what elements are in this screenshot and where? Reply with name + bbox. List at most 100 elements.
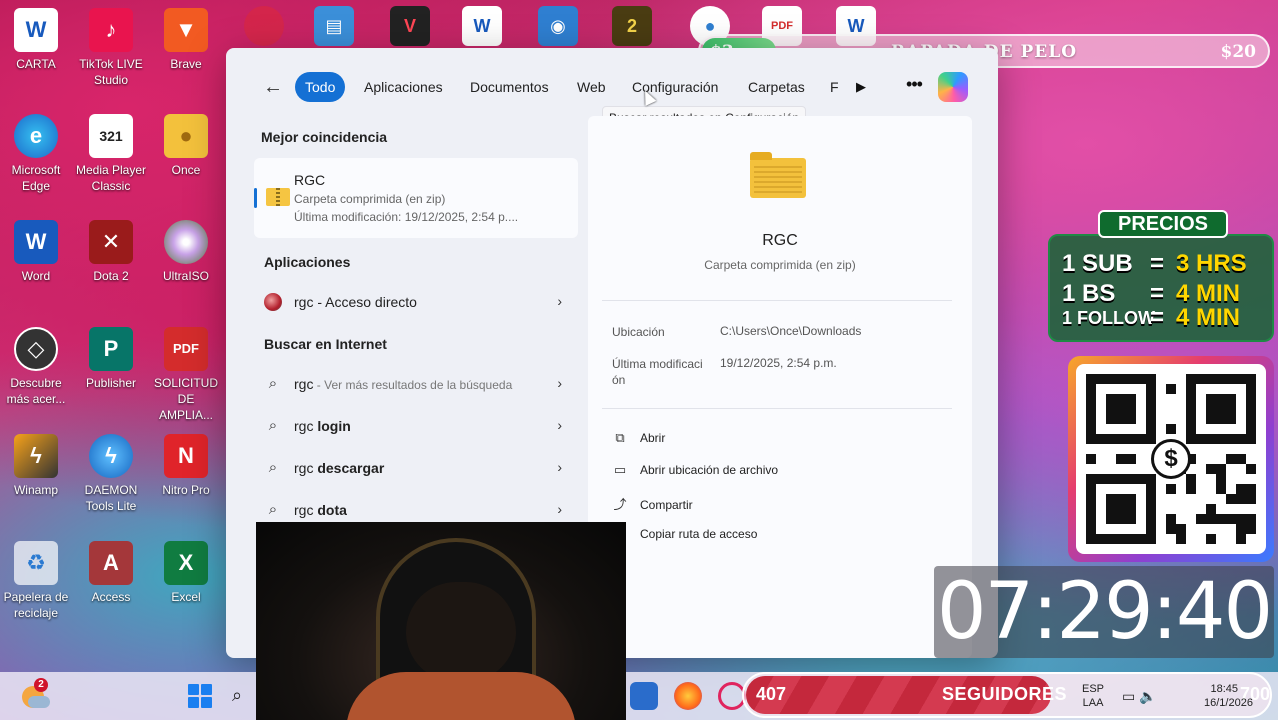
web-query-suffix: login xyxy=(317,418,351,434)
desktop-icon-solicitud[interactable]: PDF SOLICITUD DE AMPLIA... xyxy=(150,327,222,423)
desktop-icon-label: Nitro Pro xyxy=(162,483,210,497)
tab-carpetas[interactable]: Carpetas xyxy=(738,72,815,102)
search-icon[interactable]: ⌕ xyxy=(232,685,242,706)
desktop-icon-label: Publisher xyxy=(85,376,137,390)
rgc-app-icon xyxy=(264,293,282,311)
system-tray[interactable]: ▭ 🔈 xyxy=(1122,688,1157,705)
desktop-icon-ultraiso[interactable]: UltraISO xyxy=(150,220,222,284)
action-open[interactable]: ⧉ Abrir xyxy=(612,430,665,452)
dollar-icon: $ xyxy=(1151,439,1191,479)
best-match-card[interactable]: RGC Carpeta comprimida (en zip) Última m… xyxy=(254,158,578,238)
valorant-icon[interactable]: V xyxy=(390,6,430,46)
chevron-right-icon[interactable]: › xyxy=(557,459,562,475)
desktop-icon-excel[interactable]: X Excel xyxy=(150,541,222,605)
web-result-row[interactable]: ⌕ rgc login › xyxy=(254,408,578,444)
tab-documentos[interactable]: Documentos xyxy=(460,72,559,102)
web-result-text: rgc dota xyxy=(294,502,347,518)
desktop-icon-access[interactable]: A Access xyxy=(75,541,147,605)
game-icon[interactable]: 2 xyxy=(612,6,652,46)
search-icon: ⌕ xyxy=(268,375,278,392)
action-open-location[interactable]: ▭ Abrir ubicación de archivo xyxy=(612,462,778,484)
back-arrow-icon[interactable]: ← xyxy=(262,76,284,98)
desktop-icon-descubre[interactable]: ◇ Descubre más acer... xyxy=(0,327,72,407)
user-folder-icon: ● xyxy=(164,114,208,158)
volume-icon[interactable]: 🔈 xyxy=(1139,688,1156,704)
daemon-tools-icon: ϟ xyxy=(89,434,133,478)
action-label: Abrir ubicación de archivo xyxy=(640,463,779,477)
recycle-bin-icon: ♻ xyxy=(14,541,58,585)
preview-title: RGC xyxy=(762,232,798,249)
winamp-icon: ϟ xyxy=(14,434,58,478)
chevron-right-icon[interactable]: › xyxy=(557,293,562,309)
copilot-icon[interactable] xyxy=(938,72,968,102)
app-shortcut-icon[interactable] xyxy=(244,6,284,46)
network-icon[interactable]: ▭ xyxy=(1122,688,1135,704)
tab-truncated[interactable]: F xyxy=(820,72,842,102)
access-icon: A xyxy=(89,541,133,585)
desktop-icon-label: SOLICITUD DE AMPLIA... xyxy=(153,376,218,422)
qr-code: $ xyxy=(1076,364,1266,554)
action-label: Abrir xyxy=(640,431,666,445)
web-result-text: rgc descargar xyxy=(294,460,384,476)
selection-accent xyxy=(254,188,257,208)
desktop-icon-publisher[interactable]: P Publisher xyxy=(75,327,147,391)
chevron-right-icon[interactable]: › xyxy=(557,375,562,391)
tab-todo[interactable]: Todo xyxy=(295,72,346,102)
desktop-icon-label: Winamp xyxy=(13,483,58,497)
action-copy-path[interactable]: ❐Copiar ruta de acceso xyxy=(612,526,757,548)
language-indicator[interactable]: ESP LAA xyxy=(1082,682,1104,710)
desktop-icon-once[interactable]: ● Once xyxy=(150,114,222,178)
windows-start-icon[interactable] xyxy=(188,684,212,708)
followers-count: 407 xyxy=(756,684,787,704)
desktop-icon-word[interactable]: W Word xyxy=(0,220,72,284)
desktop-icon-brave[interactable]: ▼ Brave xyxy=(150,8,222,72)
dota-icon: ✕ xyxy=(89,220,133,264)
price-equals: = xyxy=(1150,250,1165,277)
more-options-icon[interactable]: ••• xyxy=(902,74,926,98)
desktop-icon-edge[interactable]: e Microsoft Edge xyxy=(0,114,72,194)
desktop-icon-winamp[interactable]: ϟ Winamp xyxy=(0,434,72,498)
web-result-row[interactable]: ⌕ rgc - Ver más resultados de la búsqued… xyxy=(254,366,578,402)
tab-configuracion[interactable]: Configuración xyxy=(622,72,728,102)
desktop-icon-dota2[interactable]: ✕ Dota 2 xyxy=(75,220,147,284)
desktop-icon-tiktok-live[interactable]: ♪ TikTok LIVE Studio xyxy=(75,8,147,88)
tiktok-icon: ♪ xyxy=(89,8,133,52)
section-web: Buscar en Internet xyxy=(264,336,387,352)
goal-end-amount: $20 xyxy=(1220,42,1257,62)
price-row: 1 SUB = 3 HRS xyxy=(1062,250,1274,278)
store-icon[interactable] xyxy=(630,682,658,710)
desktop-icon-label: UltraISO xyxy=(162,269,209,283)
chevron-right-icon[interactable]: › xyxy=(557,417,562,433)
desktop-icon-label: Word xyxy=(21,269,51,283)
search-icon: ⌕ xyxy=(268,417,278,434)
desktop-icon-daemon[interactable]: ϟ DAEMON Tools Lite xyxy=(75,434,147,514)
chart-app-icon[interactable]: ▤ xyxy=(314,6,354,46)
desktop-icon-label: Access xyxy=(91,590,131,604)
app-result-row[interactable]: rgc - Acceso directo › xyxy=(254,284,578,320)
chevron-right-icon[interactable]: › xyxy=(557,501,562,517)
desktop-icon-media-player[interactable]: 321 Media Player Classic xyxy=(75,114,147,194)
layout-code: LAA xyxy=(1082,697,1104,709)
play-icon[interactable]: ▶ xyxy=(852,78,870,96)
desktop-icon-carta[interactable]: W CARTA xyxy=(0,8,72,72)
price-equals: = xyxy=(1150,304,1165,331)
clock-date[interactable]: 18:45 16/1/2026 xyxy=(1204,682,1253,710)
weather-widget[interactable]: 2 xyxy=(20,678,50,710)
word-document-icon[interactable]: W xyxy=(462,6,502,46)
word-icon: W xyxy=(14,220,58,264)
tab-aplicaciones[interactable]: Aplicaciones xyxy=(354,72,453,102)
firefox-icon[interactable] xyxy=(674,682,702,710)
desktop-icon-nitro[interactable]: N Nitro Pro xyxy=(150,434,222,498)
desktop-icon-label: Media Player Classic xyxy=(75,163,147,193)
share-icon: ⤴ xyxy=(613,497,627,512)
cat-app-icon[interactable]: ◉ xyxy=(538,6,578,46)
word-document-icon: W xyxy=(14,8,58,52)
tab-web[interactable]: Web xyxy=(567,72,616,102)
price-row: 1 FOLLOW = 4 MIN xyxy=(1062,304,1274,336)
desktop-icon-label: DAEMON Tools Lite xyxy=(84,483,138,513)
action-share[interactable]: ⤴ Compartir xyxy=(612,494,693,516)
web-result-row[interactable]: ⌕ rgc descargar › xyxy=(254,450,578,486)
streamer-shirt xyxy=(346,672,576,720)
action-label: Compartir xyxy=(640,498,693,512)
desktop-icon-recycle-bin[interactable]: ♻ Papelera de reciclaje xyxy=(0,541,72,621)
